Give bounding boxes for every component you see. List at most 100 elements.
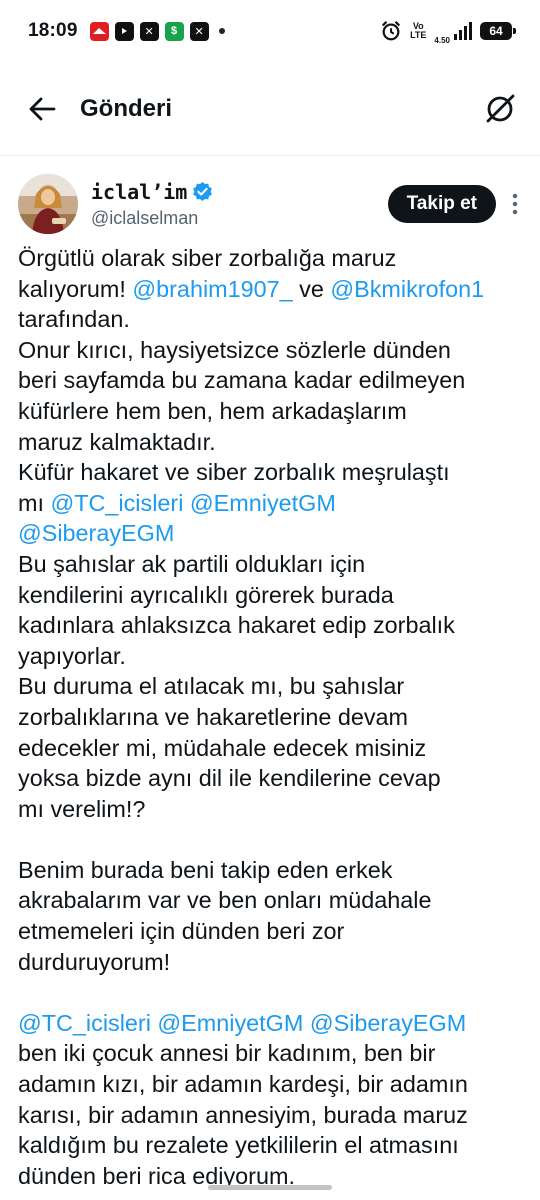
app-header: Gönderi [0,78,540,140]
mention-link[interactable]: @TC_icisleri [18,1010,151,1036]
post-text-segment: tarafından. [18,306,130,333]
x-app-icon-2: ✕ [189,21,209,41]
battery-icon: 64 [480,22,516,40]
arrow-left-icon [29,97,56,121]
app-notification-icon [89,21,109,41]
grok-icon [486,94,515,123]
post-text-line: kadınlara ahlaksızca hakaret edip zorbal… [18,610,528,641]
post-text-line: yapıyorlar. [18,641,528,672]
post-text-line: yoksa bizde aynı dil ile kendilerine cev… [18,763,528,794]
post-text-line: akrabalarım var ve ben onları müdahale [18,885,528,916]
post-text-segment: durduruyorum! [18,948,171,975]
post-text-line: etmemeleri için dünden beri zor [18,916,528,947]
more-vertical-icon [512,193,518,215]
post-text-segment: Bu duruma el atılacak mı, bu şahıslar [18,673,405,700]
mention-link[interactable]: @Bkmikrofon1 [330,276,484,302]
post-text-line: adamın kızı, bir adamın kardeşi, bir ada… [18,1069,528,1100]
post-text-line: Küfür hakaret ve siber zorbalık meşrulaş… [18,457,528,488]
x-app-icon: ✕ [139,21,159,41]
status-time: 18:09 [28,20,78,41]
post-text-segment: etmemeleri için dünden beri zor [18,918,345,945]
status-right: Vo LTE 4.50 64 [380,17,516,45]
post-text-segment: zorbalıklarına ve hakaretlerine devam [18,703,409,730]
post-text-line: zorbalıklarına ve hakaretlerine devam [18,702,528,733]
post-text-segment: ben iki çocuk annesi bir kadınım, ben bi… [18,1040,436,1067]
post-text-segment: kendilerini ayrıcalıklı görerek burada [18,581,394,608]
post-text-line: kendilerini ayrıcalıklı görerek burada [18,580,528,611]
post-text-line: tarafından. [18,304,528,335]
post-text-segment: akrabalarım var ve ben onları müdahale [18,887,432,914]
author-name-line: iclal’im [91,180,213,204]
volte-bottom: LTE [410,30,427,40]
post-text-segment: kaldığım bu rezalete yetkililerin el atm… [18,1132,459,1159]
post-text-line: kalıyorum! @brahim1907_ ve @Bkmikrofon1 [18,274,528,305]
post-text-blank-line [18,977,528,1008]
post-text-line: Benim burada beni takip eden erkek [18,855,528,886]
post-text-line: @SiberayEGM [18,518,528,549]
post-text-segment: maruz kalmaktadır. [18,428,216,455]
post-text-segment: karısı, bir adamın annesiyim, burada mar… [18,1101,468,1128]
more-notifications-dot [218,28,225,34]
author-handle[interactable]: @iclalselman [91,208,213,229]
post-text-line: ben iki çocuk annesi bir kadınım, ben bi… [18,1038,528,1069]
post-text-segment: Benim burada beni takip eden erkek [18,856,393,883]
avatar[interactable] [18,174,78,234]
post-text-segment: kadınlara ahlaksızca hakaret edip zorbal… [18,612,455,639]
finance-app-icon: $ [164,21,184,41]
gesture-nav-bar [208,1185,332,1190]
grok-button[interactable] [480,89,520,129]
battery-level: 64 [489,24,503,38]
post-text-segment: edecekler mi, müdahale edecek misiniz [18,734,427,761]
post-text-line: Bu duruma el atılacak mı, bu şahıslar [18,671,528,702]
volte-indicator: Vo LTE [410,22,426,40]
post-text-line: mı @TC_icisleri @EmniyetGM [18,488,528,519]
youtube-icon [114,21,134,41]
verified-badge-icon [193,181,213,202]
signal-icon [454,22,472,40]
header-divider [0,155,540,156]
post-text-line: Onur kırıcı, haysiyetsizce sözlerle dünd… [18,335,528,366]
post-text-line: beri sayfamda bu zamana kadar edilmeyen [18,365,528,396]
post-text-line: @TC_icisleri @EmniyetGM @SiberayEGM [18,1008,528,1039]
post-text-segment: yapıyorlar. [18,642,126,669]
mention-link[interactable]: @SiberayEGM [18,520,174,546]
post-text-line: Örgütlü olarak siber zorbalığa maruz [18,243,528,274]
net-speed: 4.50 [434,36,450,45]
back-button[interactable] [22,89,62,129]
post-text-segment: küfürlere hem ben, hem arkadaşlarım [18,397,407,424]
mention-link[interactable]: @EmniyetGM [157,1010,303,1036]
post-text-segment: mı verelim!? [18,795,146,822]
mention-link[interactable]: @TC_icisleri [50,490,183,516]
author-info: iclal’im @iclalselman [91,180,213,229]
post-text-line: mı verelim!? [18,794,528,825]
post-text-segment: yoksa bizde aynı dil ile kendilerine cev… [18,765,441,792]
page-title: Gönderi [80,95,173,122]
mention-link[interactable]: @SiberayEGM [310,1010,466,1036]
status-bar: 18:09 ✕ $ ✕ Vo LTE 4.50 64 [0,0,540,62]
notification-icons: ✕ $ ✕ [89,21,225,41]
mention-link[interactable]: @brahim1907_ [132,276,292,302]
alarm-icon [382,21,401,41]
post-text-line: Bu şahıslar ak partili oldukları için [18,549,528,580]
post-text-segment: Küfür hakaret ve siber zorbalık meşrulaş… [18,459,450,486]
post-text-segment: Onur kırıcı, haysiyetsizce sözlerle dünd… [18,336,451,363]
follow-button[interactable]: Takip et [387,185,496,223]
post-text-line: küfürlere hem ben, hem arkadaşlarım [18,396,528,427]
post-text-line: maruz kalmaktadır. [18,427,528,458]
post-text-segment: ve [292,275,331,302]
post-text-segment: mı [18,489,51,516]
post-text-segment: Örgütlü olarak siber zorbalığa maruz [18,245,397,271]
post-text-segment: kalıyorum! [18,275,133,302]
mention-link[interactable]: @EmniyetGM [190,490,336,516]
post-text-line: karısı, bir adamın annesiyim, burada mar… [18,1100,528,1131]
post-text-segment: Bu şahıslar ak partili oldukları için [18,550,366,577]
post-text-line: edecekler mi, müdahale edecek misiniz [18,733,528,764]
post-text-segment: adamın kızı, bir adamın kardeşi, bir ada… [18,1071,468,1098]
post-text: Örgütlü olarak siber zorbalığa maruz kalı… [18,243,528,1191]
post-author-row: iclal’im @iclalselman Takip et [18,172,522,236]
more-options-button[interactable] [502,184,528,224]
author-display-name[interactable]: iclal’im [91,180,187,204]
post-text-line: kaldığım bu rezalete yetkililerin el atm… [18,1130,528,1161]
post-text-blank-line [18,824,528,855]
post-text-segment: beri sayfamda bu zamana kadar edilmeyen [18,367,466,394]
